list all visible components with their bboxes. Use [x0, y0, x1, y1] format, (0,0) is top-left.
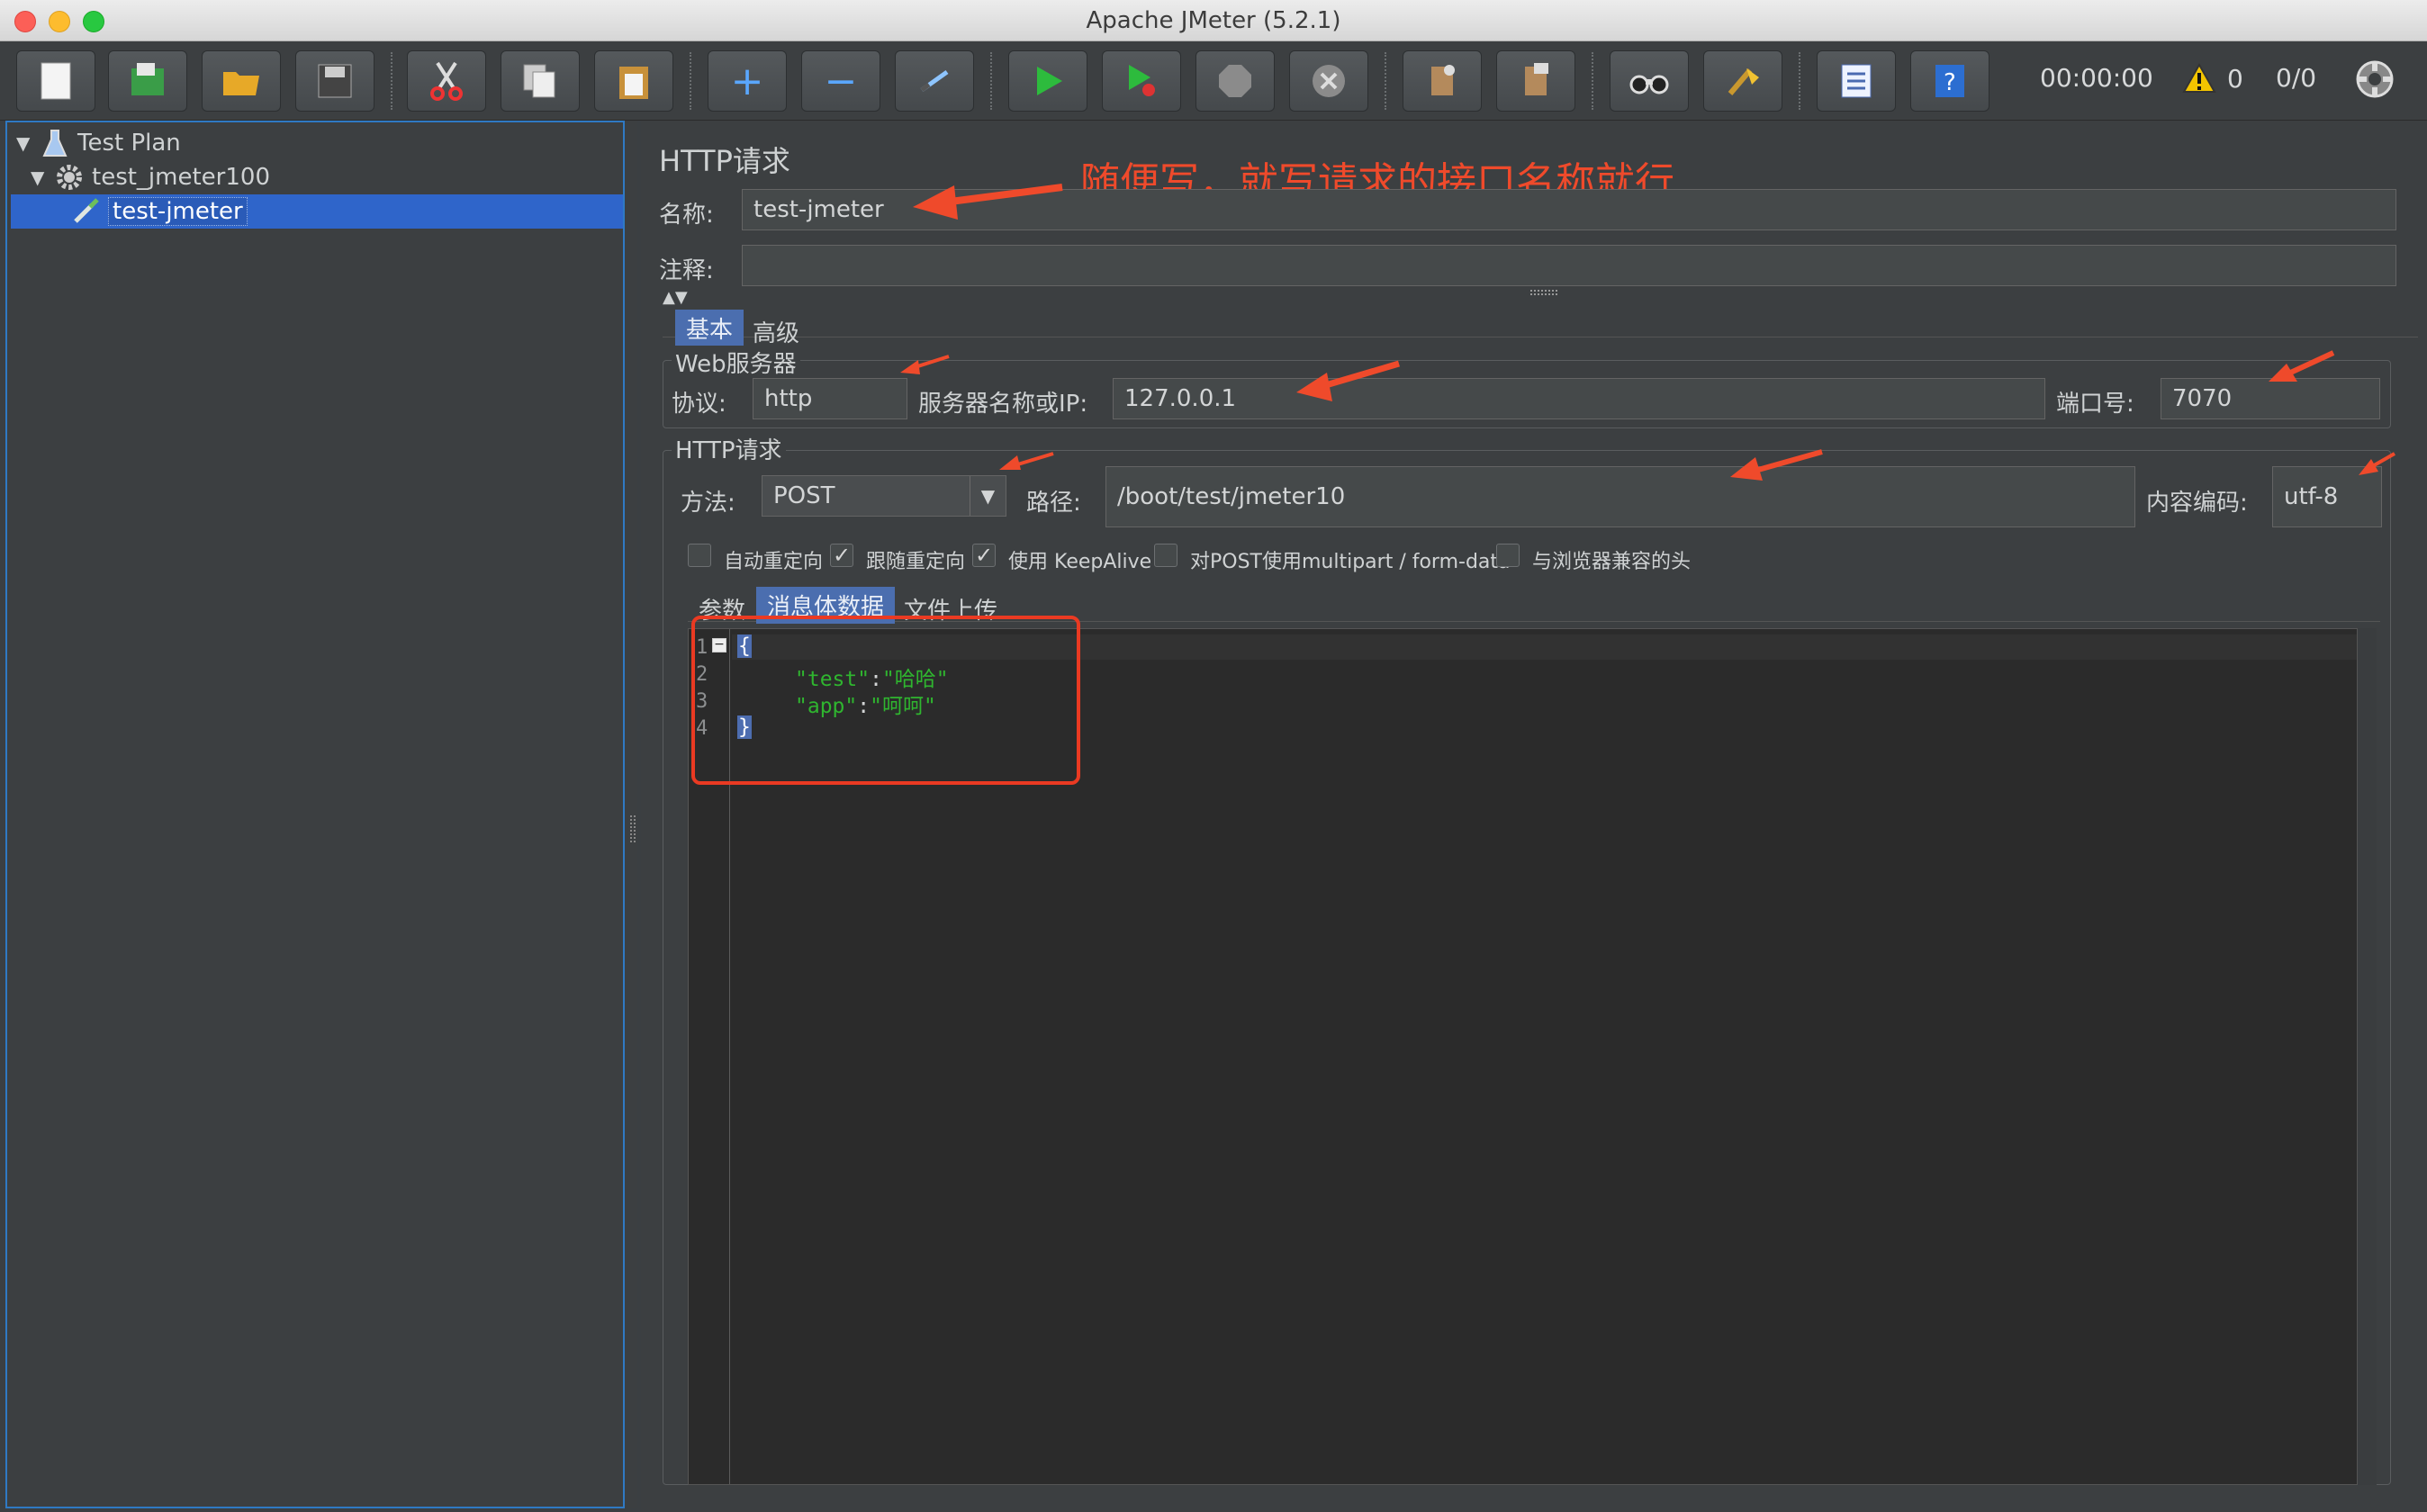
annotation-arrows	[900, 184, 2395, 481]
